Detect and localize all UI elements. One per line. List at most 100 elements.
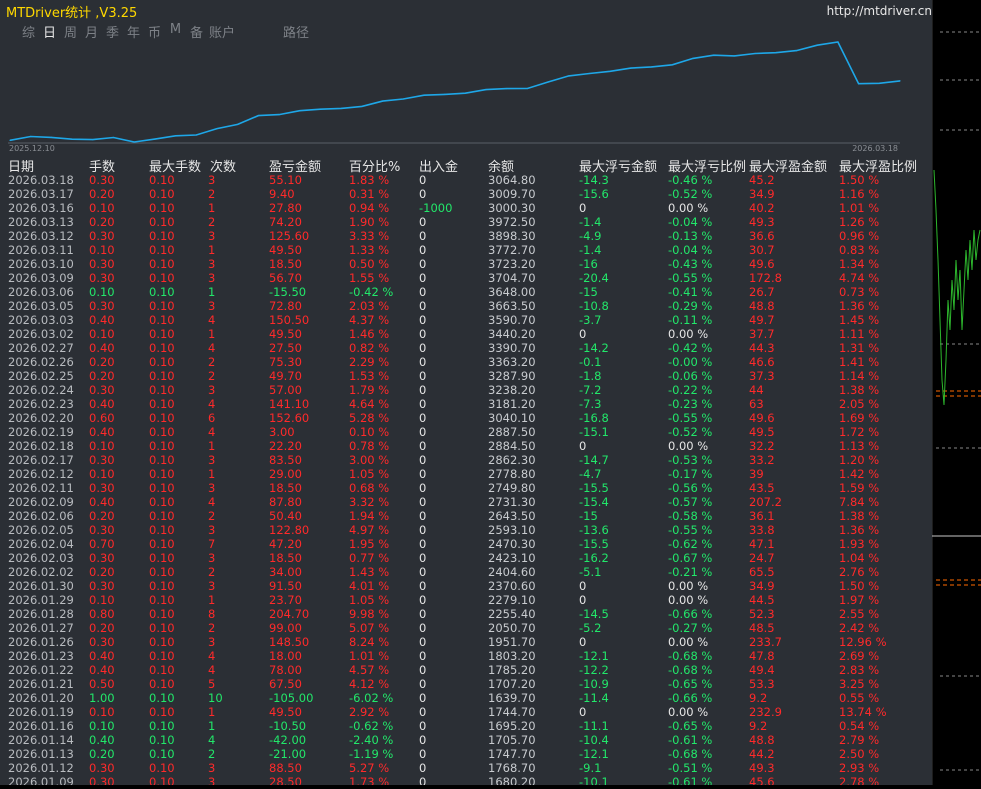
cell-pl: 72.80 bbox=[269, 299, 302, 313]
cell-io: 0 bbox=[419, 649, 427, 663]
cell-date: 2026.01.27 bbox=[8, 621, 74, 635]
cell-mfl: -15.5 bbox=[579, 537, 609, 551]
cell-pct: 0.31 % bbox=[349, 187, 390, 201]
cell-mfl: -0.1 bbox=[579, 355, 602, 369]
table-row: 2026.01.21 0.50 0.10 5 67.50 4.12 % 0 1707.20 -1… bbox=[0, 677, 932, 691]
tab-4[interactable]: 季 bbox=[102, 22, 123, 41]
tab-9[interactable]: 账户 bbox=[207, 22, 237, 41]
cell-mfp: 0.00 % bbox=[668, 439, 709, 453]
site-link[interactable]: http://mtdriver.cn bbox=[827, 4, 932, 18]
cell-lots: 0.30 bbox=[89, 761, 115, 775]
cell-mg: 43.5 bbox=[749, 481, 775, 495]
cell-date: 2026.03.17 bbox=[8, 187, 74, 201]
tab-7[interactable]: M bbox=[165, 22, 186, 40]
chart-point bbox=[651, 66, 653, 68]
cell-mfp: -0.11 % bbox=[668, 313, 713, 327]
cell-mg: 33.2 bbox=[749, 453, 775, 467]
table-row: 2026.01.09 0.30 0.10 3 28.50 1.73 % 0 1680.20 -1… bbox=[0, 775, 932, 785]
cell-io: 0 bbox=[419, 495, 427, 509]
cell-maxlot: 0.10 bbox=[149, 383, 175, 397]
cell-pct: 1.73 % bbox=[349, 775, 390, 785]
cell-io: 0 bbox=[419, 411, 427, 425]
cell-mg: 44.3 bbox=[749, 341, 775, 355]
cell-bal: 3440.20 bbox=[488, 327, 536, 341]
cell-mgp: 0.73 % bbox=[839, 285, 880, 299]
cell-io: 0 bbox=[419, 299, 427, 313]
table-row: 2026.03.16 0.10 0.10 1 27.80 0.94 % -1000 3000.… bbox=[0, 201, 932, 215]
tab-10[interactable]: 路径 bbox=[281, 22, 311, 41]
table-row: 2026.03.05 0.30 0.10 3 72.80 2.03 % 0 3663.50 -1… bbox=[0, 299, 932, 313]
cell-pl: 49.50 bbox=[269, 705, 302, 719]
cell-io: 0 bbox=[419, 355, 427, 369]
cell-io: 0 bbox=[419, 481, 427, 495]
chart-point bbox=[319, 108, 322, 110]
cell-pct: -0.62 % bbox=[349, 719, 394, 733]
table-row: 2026.02.17 0.30 0.10 3 83.50 3.00 % 0 2862.30 -1… bbox=[0, 453, 932, 467]
tab-1[interactable]: 日 bbox=[39, 22, 60, 41]
cell-mg: 232.9 bbox=[749, 705, 782, 719]
cell-mgp: 3.25 % bbox=[839, 677, 880, 691]
table-row: 2026.03.13 0.20 0.10 2 74.20 1.90 % 0 3972.50 -1… bbox=[0, 215, 932, 229]
cell-pct: 2.92 % bbox=[349, 705, 390, 719]
chart-point bbox=[30, 135, 32, 138]
cell-lots: 0.60 bbox=[89, 411, 115, 425]
tab-6[interactable]: 币 bbox=[144, 22, 165, 41]
tab-0[interactable]: 综 bbox=[18, 22, 39, 41]
cell-date: 2026.03.11 bbox=[8, 243, 74, 257]
cell-mg: 30.7 bbox=[749, 243, 775, 257]
cell-mfp: -0.06 % bbox=[668, 369, 713, 383]
tab-5[interactable]: 年 bbox=[123, 22, 144, 41]
cell-lots: 0.40 bbox=[89, 649, 115, 663]
chart-point bbox=[526, 87, 529, 90]
cell-mgp: 1.45 % bbox=[839, 313, 880, 327]
cell-maxlot: 0.10 bbox=[149, 481, 175, 495]
cell-bal: 3772.70 bbox=[488, 243, 536, 257]
cell-mg: 172.8 bbox=[749, 271, 782, 285]
cell-mfl: 0 bbox=[579, 635, 587, 649]
cell-mfl: 0 bbox=[579, 327, 587, 341]
cell-count: 3 bbox=[208, 257, 216, 271]
tab-8[interactable]: 备 bbox=[186, 22, 207, 41]
cell-pl: 56.70 bbox=[269, 271, 302, 285]
cell-count: 4 bbox=[208, 341, 216, 355]
chart-point bbox=[50, 136, 53, 138]
cell-io: 0 bbox=[419, 243, 427, 257]
cell-count: 3 bbox=[208, 271, 216, 285]
cell-pct: 5.07 % bbox=[349, 621, 390, 635]
chart-point bbox=[154, 138, 156, 140]
table-row: 2026.02.11 0.30 0.10 3 18.50 0.68 % 0 2749.80 -1… bbox=[0, 481, 932, 495]
cell-mgp: 2.05 % bbox=[839, 397, 880, 411]
table-row: 2026.01.30 0.30 0.10 3 91.50 4.01 % 0 2370.60 0 0… bbox=[0, 579, 932, 593]
cell-bal: 1680.20 bbox=[488, 775, 536, 785]
cell-lots: 0.30 bbox=[89, 383, 115, 397]
cell-mgp: 2.93 % bbox=[839, 761, 880, 775]
tab-2[interactable]: 周 bbox=[60, 22, 81, 41]
chart-point bbox=[568, 75, 570, 77]
cell-mfl: -4.7 bbox=[579, 467, 602, 481]
tab-3[interactable]: 月 bbox=[81, 22, 102, 41]
cell-mg: 24.7 bbox=[749, 551, 775, 565]
cell-mfp: -0.55 % bbox=[668, 271, 713, 285]
cell-pl: 78.00 bbox=[269, 663, 302, 677]
cell-count: 3 bbox=[208, 481, 216, 495]
cell-pl: 152.60 bbox=[269, 411, 310, 425]
cell-mfp: 0.00 % bbox=[668, 579, 709, 593]
cell-bal: 2862.30 bbox=[488, 453, 536, 467]
cell-mgp: 1.26 % bbox=[839, 215, 880, 229]
cell-mg: 53.3 bbox=[749, 677, 775, 691]
cell-mfp: -0.42 % bbox=[668, 341, 713, 355]
cell-pct: 1.94 % bbox=[349, 509, 390, 523]
cell-mfp: -0.21 % bbox=[668, 565, 713, 579]
cell-mfl: 0 bbox=[579, 201, 587, 215]
cell-pct: 1.79 % bbox=[349, 383, 390, 397]
cell-pct: 8.24 % bbox=[349, 635, 390, 649]
cell-lots: 0.20 bbox=[89, 509, 115, 523]
cell-mfl: -15.4 bbox=[579, 495, 609, 509]
cell-date: 2026.02.04 bbox=[8, 537, 74, 551]
cell-bal: 1639.70 bbox=[488, 691, 536, 705]
cell-bal: 2370.60 bbox=[488, 579, 536, 593]
cell-maxlot: 0.10 bbox=[149, 285, 175, 299]
cell-pct: 0.94 % bbox=[349, 201, 390, 215]
cell-maxlot: 0.10 bbox=[149, 523, 175, 537]
cell-date: 2026.03.12 bbox=[8, 229, 74, 243]
